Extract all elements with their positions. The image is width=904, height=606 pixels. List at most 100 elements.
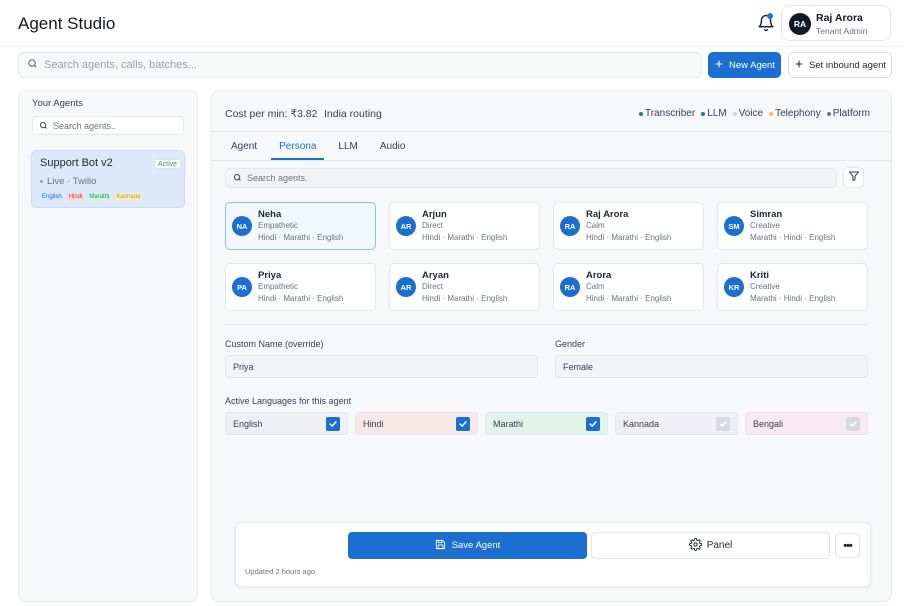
language-chip-label: Bengali xyxy=(753,418,784,429)
sidebar-search[interactable] xyxy=(32,116,184,135)
tab-llm[interactable]: LLM xyxy=(330,141,365,160)
routing: India routing xyxy=(324,108,382,120)
cost-legend: Transcriber LLM Voice Telephony Platform xyxy=(639,108,870,119)
persona-card[interactable]: KR Kriti Creative Marathi · Hindi · English xyxy=(717,263,868,311)
persona-name: Aryan xyxy=(422,270,449,281)
legend-dot-icon xyxy=(826,111,831,116)
global-search[interactable] xyxy=(18,52,702,78)
persona-name: Arjun xyxy=(422,209,447,220)
avatar: AR xyxy=(396,277,416,297)
language-chip-label: Marathi xyxy=(493,418,524,429)
plus-icon xyxy=(794,59,804,72)
persona-languages: Hindi · Marathi · English xyxy=(258,294,344,303)
global-search-input[interactable] xyxy=(44,59,684,71)
save-agent-button[interactable]: Save Agent xyxy=(348,532,587,559)
avatar: RA xyxy=(560,216,580,236)
status-dot-icon xyxy=(40,180,43,183)
save-icon xyxy=(435,539,446,553)
more-options-button[interactable]: ••• xyxy=(835,533,860,558)
filter-button[interactable] xyxy=(843,167,864,188)
persona-card[interactable]: SM Simran Creative Marathi · Hindi · Englis… xyxy=(717,202,868,250)
language-chip-hindi[interactable]: Hindi xyxy=(355,412,478,435)
persona-card[interactable]: AR Aryan Direct Hindi · Marathi · English xyxy=(389,263,540,311)
checkbox[interactable] xyxy=(326,416,340,431)
legend-dot-icon xyxy=(769,111,774,116)
persona-card[interactable]: RA Raj Arora Calm Hindi · Marathi · English xyxy=(553,202,704,250)
active-languages-label: Active Languages for this agent xyxy=(225,396,352,406)
language-chip-label: English xyxy=(233,418,263,429)
avatar: AR xyxy=(396,216,416,236)
checkbox[interactable] xyxy=(846,416,860,431)
gender-label: Gender xyxy=(555,339,586,349)
legend-item: Platform xyxy=(826,108,870,119)
agent-subtitle: Live · Twilio xyxy=(40,176,96,187)
persona-languages: Marathi · Hindi · English xyxy=(750,294,836,303)
checkbox[interactable] xyxy=(456,416,470,431)
agent-name: Support Bot v2 xyxy=(40,157,113,169)
status-badge: Active xyxy=(154,159,182,169)
gender-field[interactable]: Female xyxy=(555,355,868,378)
summary-divider xyxy=(212,131,891,132)
language-chip-label: Kannada xyxy=(623,418,660,429)
search-icon xyxy=(39,119,48,133)
avatar: RA xyxy=(560,277,580,297)
custom-name-field[interactable]: Priya xyxy=(225,355,538,378)
search-icon xyxy=(27,58,38,72)
new-agent-label: New Agent xyxy=(729,59,775,71)
panel-button[interactable]: Panel xyxy=(591,532,830,559)
persona-card[interactable]: RA Arora Calm Hindi · Marathi · English xyxy=(553,263,704,311)
language-chip-bengali[interactable]: Bengali xyxy=(745,412,868,435)
persona-trait: Empathetic xyxy=(258,282,299,291)
panel-label: Panel xyxy=(706,540,733,551)
language-chip-kannada[interactable]: Kannada xyxy=(615,412,738,435)
set-inbound-label: Set inbound agent xyxy=(808,59,887,71)
persona-card[interactable]: NA Neha Empathetic Hindi · Marathi · Englis… xyxy=(225,202,376,250)
legend-label: LLM xyxy=(707,108,727,119)
persona-search-input[interactable] xyxy=(247,173,807,183)
persona-name: Neha xyxy=(258,209,282,220)
checkbox[interactable] xyxy=(716,416,730,431)
tab-agent[interactable]: Agent xyxy=(223,141,265,160)
legend-dot-icon xyxy=(639,111,643,116)
app-title: Agent Studio xyxy=(18,14,116,33)
filter-icon xyxy=(848,170,860,185)
agent-language-tags: English Hindi Marathi Kannada xyxy=(40,193,143,201)
new-agent-button[interactable]: New Agent xyxy=(708,52,781,78)
persona-trait: Direct xyxy=(422,221,443,230)
agent-editor: Cost per min: ₹3.82 India routing Transc… xyxy=(211,90,892,602)
tab-audio[interactable]: Audio xyxy=(372,141,414,160)
language-chip-english[interactable]: English xyxy=(225,412,348,435)
tab-persona[interactable]: Persona xyxy=(271,141,325,160)
avatar: KR xyxy=(724,277,744,297)
plus-icon xyxy=(714,59,724,72)
persona-card[interactable]: AR Arjun Direct Hindi · Marathi · English xyxy=(389,202,540,250)
persona-search[interactable] xyxy=(225,168,837,188)
language-tag: Hindi xyxy=(66,193,85,201)
language-tag: Kannada xyxy=(114,193,143,201)
agent-card[interactable]: Support Bot v2 Active Live · Twilio Engl… xyxy=(31,150,185,208)
active-languages: English Hindi Marathi Kannada Bengali xyxy=(225,412,868,435)
persona-trait: Direct xyxy=(422,282,443,291)
persona-trait: Creative xyxy=(750,282,780,291)
sidebar-search-input[interactable] xyxy=(53,120,173,131)
persona-languages: Hindi · Marathi · English xyxy=(586,233,672,242)
persona-trait: Creative xyxy=(750,221,780,230)
user-menu[interactable]: RA Raj Arora Tenant Admin xyxy=(781,5,891,41)
legend-item: LLM xyxy=(701,108,727,119)
cost-per-min: Cost per min: ₹3.82 xyxy=(225,108,318,120)
persona-card[interactable]: PA Priya Empathetic Hindi · Marathi · Engli… xyxy=(225,263,376,311)
persona-trait: Empathetic xyxy=(258,221,299,230)
legend-dot-icon xyxy=(732,111,737,116)
persona-name: Raj Arora xyxy=(586,209,629,220)
checkbox[interactable] xyxy=(586,416,600,431)
language-chip-label: Hindi xyxy=(363,418,384,429)
set-inbound-agent-button[interactable]: Set inbound agent xyxy=(788,52,892,78)
legend-item: Voice xyxy=(732,108,763,119)
legend-dot-icon xyxy=(701,111,706,116)
persona-name: Kriti xyxy=(750,270,769,281)
language-chip-marathi[interactable]: Marathi xyxy=(485,412,608,435)
language-tag: Marathi xyxy=(87,193,112,201)
persona-name: Simran xyxy=(750,209,783,220)
user-role: Tenant Admin xyxy=(816,26,868,36)
section-divider xyxy=(225,324,868,325)
